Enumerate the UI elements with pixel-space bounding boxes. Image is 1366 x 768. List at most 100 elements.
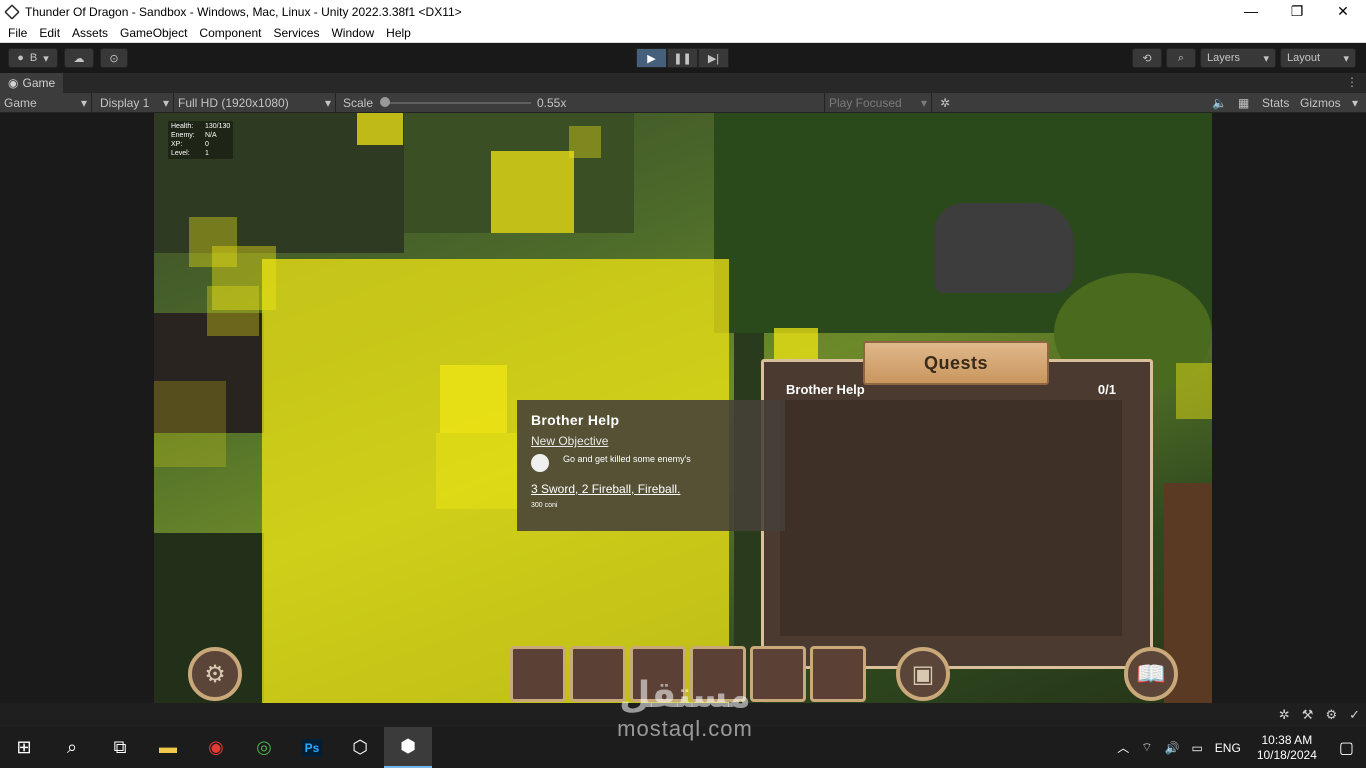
pause-button[interactable]: ❚❚ (667, 48, 698, 68)
layout-dropdown[interactable]: Layout ▾ (1280, 48, 1356, 68)
step-icon: ▶| (707, 52, 720, 65)
start-button[interactable]: ⊞ (0, 727, 48, 768)
scenery-rock (934, 203, 1074, 293)
clock[interactable]: 10:38 AM 10/18/2024 (1247, 733, 1327, 763)
language-indicator[interactable]: ENG (1209, 741, 1247, 755)
task-view-icon: ⧉ (113, 737, 127, 757)
layers-dropdown[interactable]: Layers ▾ (1200, 48, 1276, 68)
menu-edit[interactable]: Edit (33, 26, 66, 40)
stats-button[interactable]: Stats (1262, 96, 1289, 110)
chevron-up-icon[interactable]: ︿ (1111, 739, 1135, 756)
play-mode-dropdown[interactable]: Play Focused ▾ (824, 92, 932, 113)
coins-text: 300 coni (531, 502, 558, 509)
main-toolbar: ● B ▾ ☁ ⊙ ▶ ❚❚ ▶| ⟲ ⌕ Layers ▾ Layout ▾ (0, 43, 1366, 73)
menu-services[interactable]: Services (267, 26, 325, 40)
windows-icon: ⊞ (16, 737, 32, 757)
taskbar-explorer[interactable]: ▬ (144, 727, 192, 768)
account-dropdown[interactable]: ● B ▾ (8, 48, 58, 68)
debug-quad (491, 151, 574, 233)
gizmos-button[interactable]: Gizmos (1300, 96, 1341, 110)
debug-quad (1176, 363, 1212, 419)
taskbar-unity[interactable]: ⬢ (384, 727, 432, 768)
menu-window[interactable]: Window (325, 26, 380, 40)
debug-quad (436, 433, 518, 509)
game-view[interactable]: Health: 130/130 Enemy: N/A XP: 0 Level: 1 Br… (154, 113, 1212, 703)
photoshop-icon: Ps (301, 738, 323, 757)
menu-gameobject[interactable]: GameObject (114, 26, 193, 40)
minimize-button[interactable]: — (1228, 0, 1274, 23)
debug-quad (440, 365, 507, 433)
notification-icon[interactable]: ▢ (1327, 738, 1366, 758)
cloud-icon: ☁ (73, 52, 85, 65)
scale-label: Scale (343, 95, 374, 110)
gear-icon: ⚙ (204, 660, 226, 688)
taskbar-unity-hub[interactable]: ⬡ (336, 727, 384, 768)
close-button[interactable]: ✕ (1320, 0, 1366, 23)
scale-slider-track[interactable] (385, 102, 531, 104)
history-button[interactable]: ⟲ (1132, 48, 1162, 68)
task-view-button[interactable]: ⧉ (96, 727, 144, 768)
unity-hub-icon: ⬡ (352, 737, 368, 757)
inventory-button[interactable]: ▣ (896, 647, 950, 701)
chevron-down-icon: ▾ (43, 52, 49, 65)
bug-icon[interactable]: ✲ (1279, 707, 1290, 723)
resolution-dropdown[interactable]: Full HD (1920x1080) ▾ (174, 92, 336, 113)
step-button[interactable]: ▶| (698, 48, 729, 68)
reward-text: 3 Sword, 2 Fireball, Fireball. (531, 482, 681, 496)
more-icon[interactable]: ⋮ (1346, 75, 1358, 89)
collab-button[interactable]: ⊙ (100, 48, 128, 68)
scale-slider-thumb[interactable] (380, 97, 390, 107)
maximize-button[interactable]: ❐ (1274, 0, 1320, 23)
cloud-button[interactable]: ☁ (64, 48, 94, 68)
hotbar-slot[interactable] (810, 646, 866, 702)
game-view-toolbar: Game ▾ Display 1 ▾ Full HD (1920x1080) ▾ Sc… (0, 92, 1366, 113)
taskbar-chrome[interactable]: ◎ (240, 727, 288, 768)
play-controls: ▶ ❚❚ ▶| (636, 48, 729, 68)
history-icon: ⟲ (1142, 52, 1152, 65)
wrench-icon[interactable]: ⚒ (1302, 707, 1314, 723)
audio-icon[interactable]: 🔈 (1212, 96, 1227, 110)
volume-icon[interactable]: 🔊 (1159, 741, 1186, 755)
grid-icon[interactable]: ▦ (1238, 96, 1249, 110)
menu-component[interactable]: Component (193, 26, 267, 40)
display-dropdown[interactable]: Display 1 ▾ (92, 92, 174, 113)
network-icon[interactable]: ⚙ (1325, 707, 1337, 723)
watermark-latin: mostaql.com (617, 716, 753, 741)
menu-file[interactable]: File (2, 26, 33, 40)
search-icon: ⌕ (66, 737, 78, 757)
chevron-down-icon[interactable]: ▾ (1352, 96, 1358, 110)
bug-icon[interactable]: ✲ (940, 96, 950, 110)
menu-bar: File Edit Assets GameObject Component Se… (0, 23, 1366, 43)
quest-list (780, 400, 1122, 636)
tooltip-title: Brother Help (531, 412, 620, 428)
clock-date: 10/18/2024 (1256, 747, 1317, 762)
tooltip-subtitle: New Objective (531, 434, 609, 448)
journal-button[interactable]: 📖 (1124, 647, 1178, 701)
window-title: Thunder Of Dragon - Sandbox - Windows, M… (25, 4, 462, 19)
hotbar-slot[interactable] (510, 646, 566, 702)
view-mode-dropdown[interactable]: Game ▾ (0, 92, 92, 113)
wifi-icon[interactable]: ⌔ (1135, 740, 1158, 755)
objective-text: Go and get killed some enemy's (563, 454, 691, 464)
search-button[interactable]: ⌕ (1166, 48, 1196, 68)
chevron-down-icon: ▾ (1263, 52, 1269, 65)
taskbar-recorder[interactable]: ◉ (192, 727, 240, 768)
chevron-down-icon: ▾ (162, 95, 169, 110)
objective-checkbox (531, 454, 549, 472)
battery-icon[interactable]: ▭ (1185, 741, 1208, 755)
tab-game[interactable]: ◉ Game (0, 73, 64, 93)
check-icon[interactable]: ✓ (1349, 707, 1360, 723)
debug-quad (207, 286, 259, 336)
clock-time: 10:38 AM (1261, 732, 1313, 747)
account-icon: ● (17, 52, 24, 64)
collab-icon: ⊙ (109, 52, 119, 65)
settings-button[interactable]: ⚙ (188, 647, 242, 701)
menu-assets[interactable]: Assets (66, 26, 114, 40)
chest-icon: ▣ (911, 660, 935, 688)
menu-help[interactable]: Help (380, 26, 417, 40)
play-button[interactable]: ▶ (636, 48, 667, 68)
system-tray: ︿ ⌔ 🔊 ▭ ENG 10:38 AM 10/18/2024 ▢ (1111, 727, 1366, 768)
search-button[interactable]: ⌕ (48, 727, 96, 768)
taskbar-photoshop[interactable]: Ps (288, 727, 336, 768)
quest-progress: 0/1 (1097, 382, 1116, 397)
